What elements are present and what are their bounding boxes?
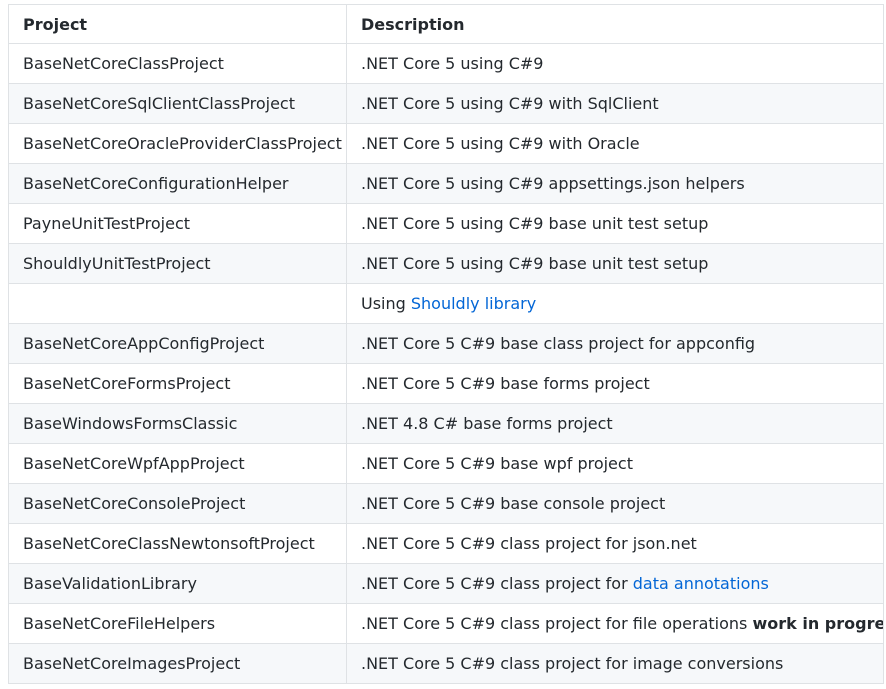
table-row: BaseNetCoreConfigurationHelper .NET Core…	[8, 163, 884, 204]
project-cell: BaseNetCoreAppConfigProject	[8, 323, 347, 364]
description-cell: .NET Core 5 using C#9 base unit test set…	[346, 243, 884, 284]
description-cell: .NET Core 5 C#9 base wpf project	[346, 443, 884, 484]
project-cell: BaseValidationLibrary	[8, 563, 347, 604]
description-cell: .NET Core 5 using C#9 with SqlClient	[346, 83, 884, 124]
table-row: BaseNetCoreImagesProject .NET Core 5 C#9…	[8, 643, 884, 684]
project-cell: BaseNetCoreWpfAppProject	[8, 443, 347, 484]
description-cell: .NET Core 5 C#9 class project for data a…	[346, 563, 884, 604]
description-cell: .NET Core 5 using C#9 appsettings.json h…	[346, 163, 884, 204]
description-cell: .NET Core 5 C#9 class project for file o…	[346, 603, 884, 644]
description-cell: .NET Core 5 using C#9 base unit test set…	[346, 203, 884, 244]
description-cell: .NET Core 5 C#9 base forms project	[346, 363, 884, 404]
description-cell: .NET 4.8 C# base forms project	[346, 403, 884, 444]
table-row: BaseNetCoreFormsProject .NET Core 5 C#9 …	[8, 363, 884, 404]
description-text: .NET Core 5 C#9 class project for	[361, 574, 633, 593]
project-cell: BaseNetCoreImagesProject	[8, 643, 347, 684]
project-cell: ShouldlyUnitTestProject	[8, 243, 347, 284]
data-annotations-link[interactable]: data annotations	[633, 574, 769, 593]
project-cell: PayneUnitTestProject	[8, 203, 347, 244]
project-table: Project Description BaseNetCoreClassProj…	[8, 4, 884, 684]
project-cell: BaseNetCoreSqlClientClassProject	[8, 83, 347, 124]
table-row: BaseNetCoreClassNewtonsoftProject .NET C…	[8, 523, 884, 564]
description-cell: .NET Core 5 C#9 base class project for a…	[346, 323, 884, 364]
description-cell: .NET Core 5 using C#9 with Oracle	[346, 123, 884, 164]
project-cell	[8, 283, 347, 324]
description-cell: .NET Core 5 C#9 class project for json.n…	[346, 523, 884, 564]
table-row: BaseNetCoreFileHelpers .NET Core 5 C#9 c…	[8, 603, 884, 644]
project-table-container: Project Description BaseNetCoreClassProj…	[8, 4, 884, 684]
project-cell: BaseNetCoreClassNewtonsoftProject	[8, 523, 347, 564]
table-row: BaseNetCoreClassProject .NET Core 5 usin…	[8, 43, 884, 84]
project-cell: BaseNetCoreFileHelpers	[8, 603, 347, 644]
table-row: Using Shouldly library	[8, 283, 884, 324]
project-cell: BaseNetCoreOracleProviderClassProject	[8, 123, 347, 164]
project-cell: BaseNetCoreConsoleProject	[8, 483, 347, 524]
table-header-row: Project Description	[8, 4, 884, 44]
description-cell: .NET Core 5 using C#9	[346, 43, 884, 84]
project-cell: BaseNetCoreConfigurationHelper	[8, 163, 347, 204]
table-row: BaseValidationLibrary .NET Core 5 C#9 cl…	[8, 563, 884, 604]
table-row: BaseNetCoreConsoleProject .NET Core 5 C#…	[8, 483, 884, 524]
table-row: PayneUnitTestProject .NET Core 5 using C…	[8, 203, 884, 244]
table-row: BaseNetCoreWpfAppProject .NET Core 5 C#9…	[8, 443, 884, 484]
project-cell: BaseNetCoreFormsProject	[8, 363, 347, 404]
shouldly-library-link[interactable]: Shouldly library	[411, 294, 536, 313]
project-cell: BaseNetCoreClassProject	[8, 43, 347, 84]
work-in-progress-label: work in progress	[752, 614, 884, 633]
project-cell: BaseWindowsFormsClassic	[8, 403, 347, 444]
description-cell: .NET Core 5 C#9 base console project	[346, 483, 884, 524]
description-text: .NET Core 5 C#9 class project for file o…	[361, 614, 753, 633]
table-row: ShouldlyUnitTestProject .NET Core 5 usin…	[8, 243, 884, 284]
column-header-project: Project	[8, 4, 347, 44]
description-cell: .NET Core 5 C#9 class project for image …	[346, 643, 884, 684]
table-row: BaseWindowsFormsClassic .NET 4.8 C# base…	[8, 403, 884, 444]
table-row: BaseNetCoreSqlClientClassProject .NET Co…	[8, 83, 884, 124]
table-row: BaseNetCoreOracleProviderClassProject .N…	[8, 123, 884, 164]
column-header-description: Description	[346, 4, 884, 44]
description-text: Using	[361, 294, 411, 313]
table-row: BaseNetCoreAppConfigProject .NET Core 5 …	[8, 323, 884, 364]
description-cell: Using Shouldly library	[346, 283, 884, 324]
